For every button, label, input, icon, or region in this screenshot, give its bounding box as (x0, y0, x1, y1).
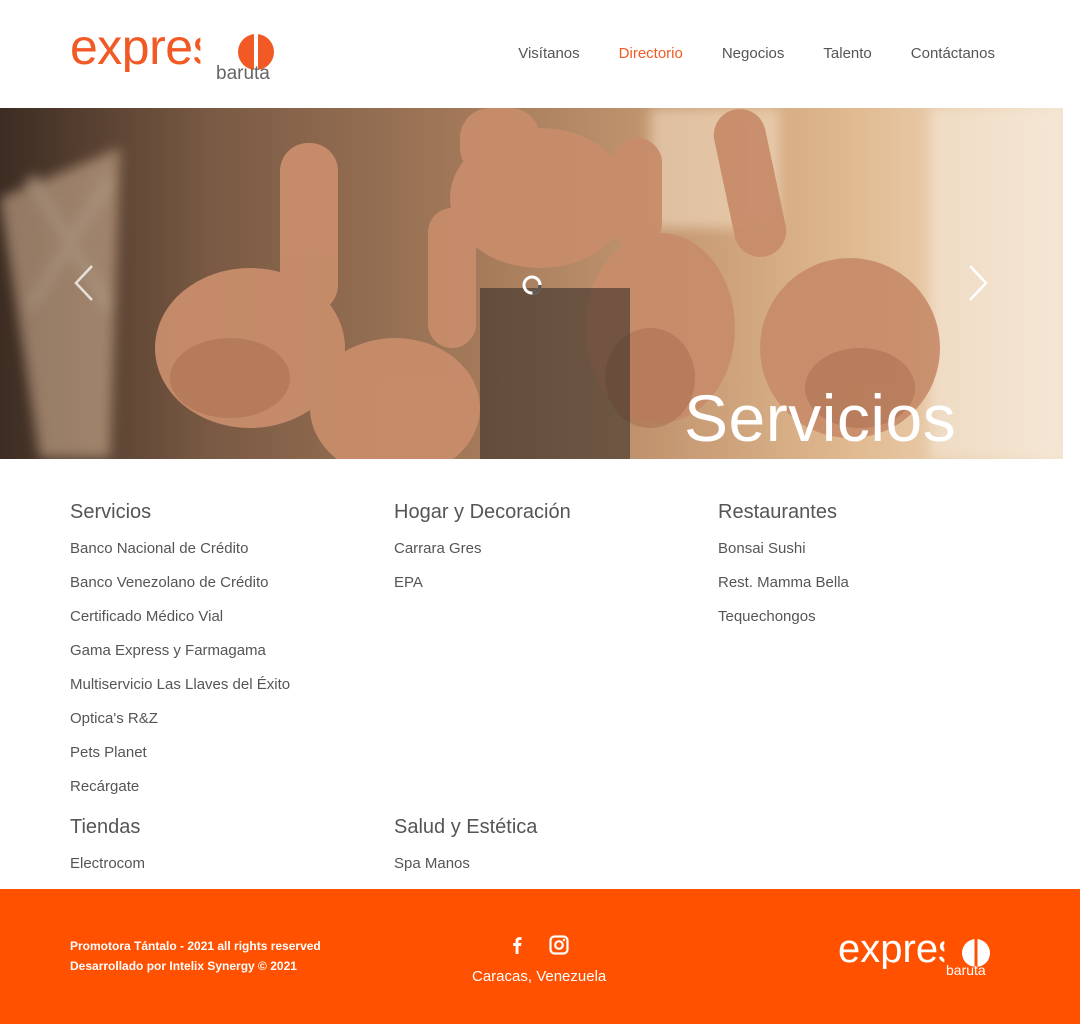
loading-spinner-icon (522, 275, 542, 295)
footer-logo-sub: baruta (946, 962, 986, 978)
instagram-icon[interactable] (549, 935, 569, 955)
main-nav: Visítanos Directorio Negocios Talento Co… (518, 44, 995, 64)
prev-slide-button[interactable] (72, 263, 96, 303)
nav-negocios[interactable]: Negocios (722, 44, 785, 64)
list-item[interactable]: Tequechongos (718, 600, 1038, 634)
hero-caption: Servicios (684, 381, 957, 455)
section-hogar: Hogar y Decoración Carrara Gres EPA (394, 498, 714, 600)
list-item[interactable]: Electrocom (70, 847, 390, 881)
footer-legal: Promotora Tántalo - 2021 all rights rese… (70, 936, 321, 976)
section-salud: Salud y Estética Spa Manos (394, 813, 714, 881)
nav-directorio[interactable]: Directorio (619, 44, 683, 64)
footer-logo[interactable]: expreso baruta (838, 929, 998, 979)
nav-contactanos[interactable]: Contáctanos (911, 44, 995, 64)
hero-slider: Servicios (0, 108, 1063, 459)
legal-line-1: Promotora Tántalo - 2021 all rights rese… (70, 939, 321, 953)
section-restaurantes: Restaurantes Bonsai Sushi Rest. Mamma Be… (718, 498, 1038, 634)
site-header: expreso baruta Visítanos Directorio Nego… (0, 0, 1080, 108)
nav-talento[interactable]: Talento (823, 44, 871, 64)
nav-visitanos[interactable]: Visítanos (518, 44, 579, 64)
list-item[interactable]: Banco Nacional de Crédito (70, 532, 390, 566)
section-title: Tiendas (70, 816, 141, 838)
section-title: Restaurantes (718, 501, 837, 523)
next-slide-button[interactable] (966, 263, 990, 303)
list-item[interactable]: Gama Express y Farmagama (70, 634, 390, 668)
facebook-icon[interactable] (507, 935, 527, 955)
list-item[interactable]: Carrara Gres (394, 532, 714, 566)
list-item[interactable]: Multiservicio Las Llaves del Éxito (70, 668, 390, 702)
section-title: Hogar y Decoración (394, 501, 571, 523)
list-item[interactable]: EPA (394, 566, 714, 600)
footer-city: Caracas, Venezuela (472, 968, 607, 985)
list-item[interactable]: Certificado Médico Vial (70, 600, 390, 634)
section-title: Servicios (70, 501, 152, 523)
list-item[interactable]: Optica's R&Z (70, 702, 390, 736)
social-links (507, 935, 569, 955)
list-item[interactable]: Recárgate (70, 770, 390, 804)
list-item[interactable]: Bonsai Sushi (718, 532, 1038, 566)
chevron-left-icon (74, 265, 93, 301)
legal-line-2: Desarrollado por Intelix Synergy © 2021 (70, 959, 297, 973)
list-item[interactable]: Rest. Mamma Bella (718, 566, 1038, 600)
logo-sub: baruta (216, 63, 270, 84)
site-logo[interactable]: expreso baruta (70, 22, 280, 84)
section-tiendas: Tiendas Electrocom (70, 813, 390, 881)
list-item[interactable]: Banco Venezolano de Crédito (70, 566, 390, 600)
list-item[interactable]: Spa Manos (394, 847, 714, 881)
chevron-right-icon (969, 265, 988, 301)
list-item[interactable]: Pets Planet (70, 736, 390, 770)
section-servicios: Servicios Banco Nacional de Crédito Banc… (70, 498, 390, 804)
site-footer: Promotora Tántalo - 2021 all rights rese… (0, 889, 1080, 1024)
section-title: Salud y Estética (394, 816, 538, 838)
